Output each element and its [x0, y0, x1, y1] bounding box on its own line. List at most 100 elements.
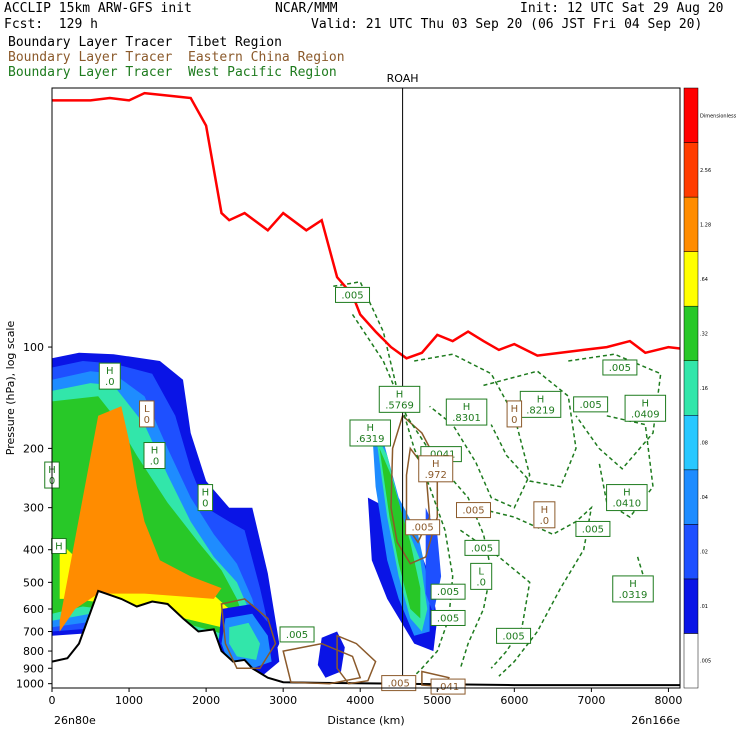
green-label-4: H	[51, 538, 67, 555]
green-label-text-17-0: .005	[437, 587, 459, 598]
x-tick-label-5: 5000	[423, 694, 451, 707]
green-label-text-21-0: .005	[341, 290, 363, 301]
colorbar-label-6: .32	[700, 331, 708, 337]
colorbar-swatch-0	[683, 633, 699, 689]
green-label-text-16-1: .0	[476, 577, 486, 588]
green-label-text-5-1: .5769	[385, 400, 414, 411]
y-tick-label-5: 600	[23, 603, 44, 616]
y-tick-label-1: 200	[23, 442, 44, 455]
green-label-text-1-0: H	[151, 446, 159, 457]
colorbar-swatch-8	[683, 196, 699, 252]
left-endpoint-label: 26n80e	[54, 714, 96, 727]
green-label-15: .005	[464, 539, 500, 556]
y-tick-label-4: 500	[23, 576, 44, 589]
green-label-text-22-0: .005	[286, 630, 308, 641]
brown-label-text-3-1: .0	[540, 516, 550, 527]
green-label-text-5-0: H	[396, 389, 404, 400]
roah-marker-label: ROAH	[387, 72, 419, 85]
green-label-text-9-0: .005	[579, 400, 601, 411]
green-label-text-20-1: .0319	[619, 590, 648, 601]
green-label-text-14-0: .005	[582, 524, 604, 535]
x-axis-label: Distance (km)	[327, 714, 404, 727]
colorbar-swatch-5	[683, 360, 699, 416]
green-label-text-7-0: H	[463, 402, 471, 413]
colorbar-swatch-7	[683, 251, 699, 307]
colorbar-swatch-1	[683, 578, 699, 634]
green-label-8: H.8219	[519, 390, 562, 418]
green-label-1: H.0	[143, 442, 166, 470]
y-tick-label-8: 900	[23, 662, 44, 675]
colorbar-label-1: .01	[700, 604, 708, 610]
brown-label-2: H.972	[418, 455, 454, 483]
green-label-14: .005	[575, 520, 611, 537]
green-label-text-7-1: .8301	[452, 413, 481, 424]
colorbar-label-7: .64	[700, 277, 708, 283]
brown-label-4: .005	[455, 502, 491, 519]
green-label-text-4-0: H	[55, 542, 63, 553]
green-label-text-3-0: H	[202, 488, 210, 499]
x-tick-label-8: 8000	[654, 694, 682, 707]
brown-label-1: H0	[506, 400, 523, 428]
brown-label-3: H.0	[533, 501, 556, 529]
colorbar-swatch-6	[683, 305, 699, 361]
brown-label-text-4-0: .005	[462, 506, 484, 517]
colorbar-label-9: 2.56	[700, 168, 711, 174]
green-label-text-0-1: .0	[105, 377, 115, 388]
x-tick-label-0: 0	[49, 694, 56, 707]
brown-label-text-1-1: 0	[511, 415, 517, 426]
green-label-text-16-0: L	[478, 566, 484, 577]
cross-section-chart: ROAHH.0H.0H0H0HH.5769H.6319H.8301H.8219.…	[4, 72, 737, 727]
colorbar-label-3: .04	[700, 495, 708, 501]
green-label-text-0-0: H	[106, 366, 114, 377]
colorbar-label-10: Dimensionless	[700, 113, 737, 119]
green-label-text-13-0: H	[623, 488, 631, 499]
brown-label-text-0-0: L	[144, 404, 150, 415]
green-label-text-10-0: .005	[609, 363, 631, 374]
brown-label-text-0-1: 0	[144, 415, 150, 426]
y-tick-label-3: 400	[23, 544, 44, 557]
green-label-text-20-0: H	[629, 579, 637, 590]
green-label-text-8-1: .8219	[526, 405, 555, 416]
y-tick-label-0: 100	[23, 341, 44, 354]
green-label-text-6-0: H	[366, 423, 374, 434]
brown-label-text-3-0: H	[541, 505, 549, 516]
x-tick-label-6: 6000	[500, 694, 528, 707]
colorbar-label-4: .08	[700, 441, 708, 447]
green-label-text-1-1: .0	[150, 457, 160, 468]
y-tick-label-6: 700	[23, 626, 44, 639]
x-tick-label-4: 4000	[346, 694, 374, 707]
colorbar-label-2: .02	[700, 550, 708, 556]
right-endpoint-label: 26n166e	[631, 714, 680, 727]
green-label-text-13-1: .0410	[613, 499, 642, 510]
green-label-text-8-0: H	[537, 394, 545, 405]
green-label-text-3-1: 0	[202, 499, 208, 510]
x-tick-label-7: 7000	[577, 694, 605, 707]
colorbar-swatch-2	[683, 524, 699, 580]
green-label-20: H.0319	[612, 575, 654, 603]
green-label-17: .005	[430, 583, 466, 600]
colorbar-swatch-10	[683, 87, 699, 143]
y-tick-label-2: 300	[23, 502, 44, 515]
green-label-21: .005	[335, 286, 371, 303]
brown-label-text-2-0: H	[432, 459, 440, 470]
green-label-7: H.8301	[445, 398, 488, 426]
y-tick-label-9: 1000	[16, 678, 44, 691]
green-label-9: .005	[573, 396, 609, 413]
brown-label-7: .041	[430, 678, 466, 695]
colorbar-swatch-4	[683, 415, 699, 471]
brown-label-5: .005	[405, 519, 441, 536]
x-tick-label-1: 1000	[115, 694, 143, 707]
y-axis-label: Pressure (hPa), log scale	[4, 321, 17, 456]
x-tick-label-3: 3000	[269, 694, 297, 707]
colorbar-swatch-3	[683, 469, 699, 525]
brown-label-text-2-1: .972	[425, 470, 447, 481]
green-label-10: .005	[602, 359, 638, 376]
green-label-text-15-0: .005	[471, 543, 493, 554]
colorbar-label-5: .16	[700, 386, 708, 392]
brown-label-0: L0	[139, 400, 155, 428]
y-tick-label-7: 800	[23, 645, 44, 658]
green-label-6: H.6319	[349, 419, 391, 447]
green-label-text-19-0: .005	[502, 631, 524, 642]
green-label-text-11-1: .0409	[631, 409, 660, 420]
colorbar-swatch-9	[683, 142, 699, 198]
